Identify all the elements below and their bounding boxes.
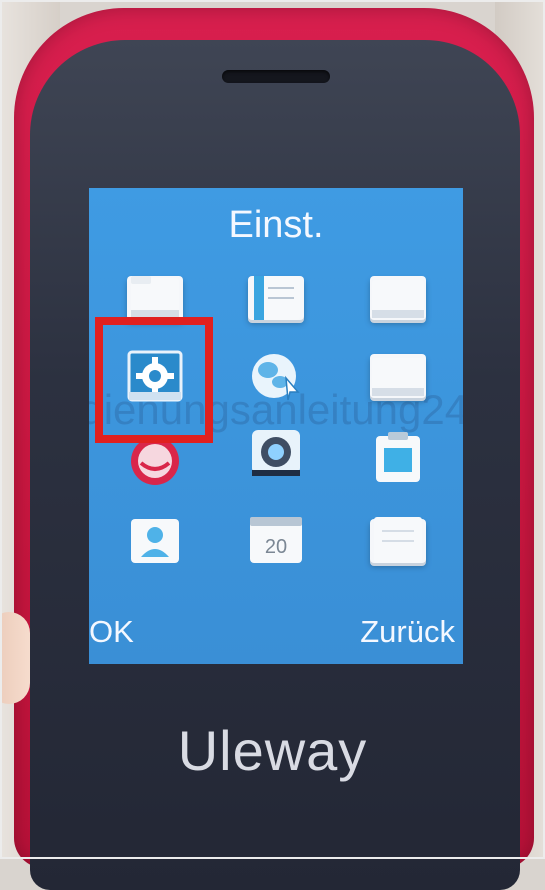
folder-icon [372, 358, 424, 396]
profile-icon [131, 519, 179, 563]
app-camera[interactable] [244, 426, 308, 482]
selection-highlight [95, 317, 213, 443]
document-icon [374, 517, 422, 563]
app-clipboard[interactable] [366, 430, 430, 486]
brand-logo: Uleway [177, 719, 368, 782]
app-folder-3[interactable] [366, 348, 430, 404]
folder-icon [372, 280, 424, 318]
app-profile[interactable] [123, 513, 187, 569]
app-notebook[interactable] [244, 270, 308, 326]
app-folder-2[interactable] [366, 270, 430, 326]
app-calendar[interactable]: 20 [244, 513, 308, 569]
softkey-back[interactable]: Zurück [360, 614, 455, 650]
calendar-date-label: 20 [265, 536, 287, 558]
finger [0, 612, 30, 704]
calendar-icon: 20 [250, 517, 302, 563]
camera-icon [252, 430, 300, 476]
app-browser[interactable] [244, 348, 308, 404]
clipboard-icon [376, 432, 420, 482]
globe-icon [252, 354, 300, 401]
screen-title: Einst. [228, 204, 324, 246]
softkey-ok[interactable]: OK [89, 614, 134, 650]
app-document[interactable] [366, 513, 430, 569]
notebook-icon [254, 276, 300, 320]
earpiece-speaker [222, 70, 330, 83]
